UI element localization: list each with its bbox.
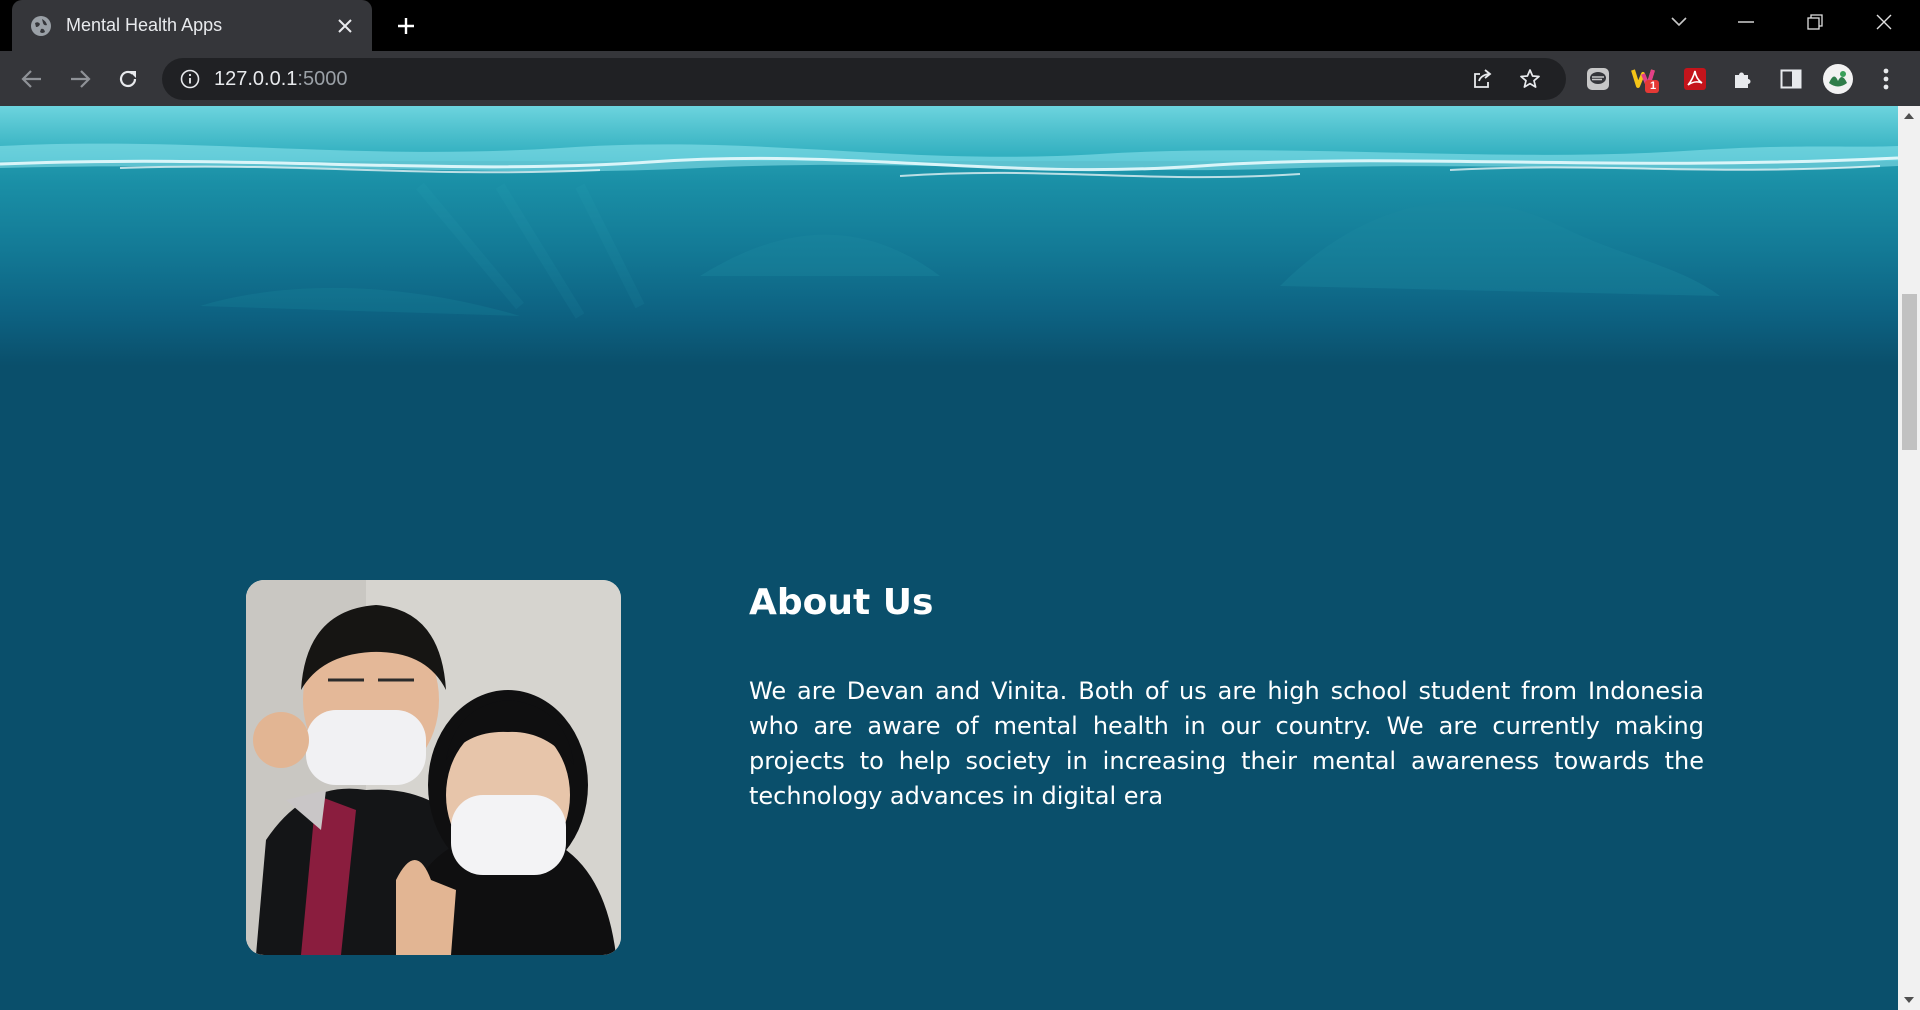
site-info-icon[interactable]	[180, 69, 200, 89]
page-scrollbar[interactable]	[1898, 106, 1920, 1010]
acrobat-extension-icon[interactable]	[1679, 63, 1711, 95]
browser-tab[interactable]: Mental Health Apps	[12, 0, 372, 51]
ocean-header-image	[0, 106, 1898, 366]
url-text[interactable]: 127.0.0.1:5000	[214, 68, 1452, 91]
close-tab-icon[interactable]	[332, 13, 358, 39]
scroll-up-arrow-icon[interactable]	[1898, 106, 1920, 126]
share-icon[interactable]	[1464, 61, 1500, 97]
page-viewport: About Us We are Devan and Vinita. Both o…	[0, 106, 1898, 1010]
restore-window-icon[interactable]	[1783, 0, 1847, 44]
about-us-photo	[246, 580, 621, 955]
url-port: :5000	[297, 67, 348, 90]
profile-avatar[interactable]	[1822, 63, 1854, 95]
tab-title: Mental Health Apps	[66, 15, 223, 35]
forward-arrow-icon[interactable]	[64, 63, 96, 95]
extension-badge: 1	[1649, 80, 1657, 92]
bookmark-star-icon[interactable]	[1512, 61, 1548, 97]
tab-search-icon[interactable]	[1647, 0, 1711, 44]
minimize-window-icon[interactable]	[1714, 0, 1778, 44]
about-us-description: We are Devan and Vinita. Both of us are …	[749, 677, 1704, 810]
wappalyzer-extension-icon[interactable]: 1	[1630, 63, 1662, 95]
browser-tab-strip: Mental Health Apps	[0, 0, 1920, 51]
new-tab-button[interactable]	[390, 10, 422, 42]
address-bar[interactable]: 127.0.0.1:5000	[162, 58, 1566, 100]
url-host: 127.0.0.1	[214, 67, 298, 90]
scroll-down-arrow-icon[interactable]	[1898, 990, 1920, 1010]
chrome-menu-icon[interactable]	[1870, 63, 1902, 95]
about-us-heading: About Us	[749, 582, 934, 623]
close-window-icon[interactable]	[1852, 0, 1916, 44]
browser-toolbar: 127.0.0.1:5000 1	[0, 51, 1920, 106]
scrollbar-thumb[interactable]	[1902, 294, 1917, 450]
puzzle-extensions-icon[interactable]	[1727, 63, 1759, 95]
reload-icon[interactable]	[112, 63, 144, 95]
back-arrow-icon[interactable]	[16, 63, 48, 95]
side-panel-icon[interactable]	[1775, 63, 1807, 95]
line-extension-icon[interactable]	[1582, 63, 1614, 95]
globe-icon	[30, 15, 52, 37]
